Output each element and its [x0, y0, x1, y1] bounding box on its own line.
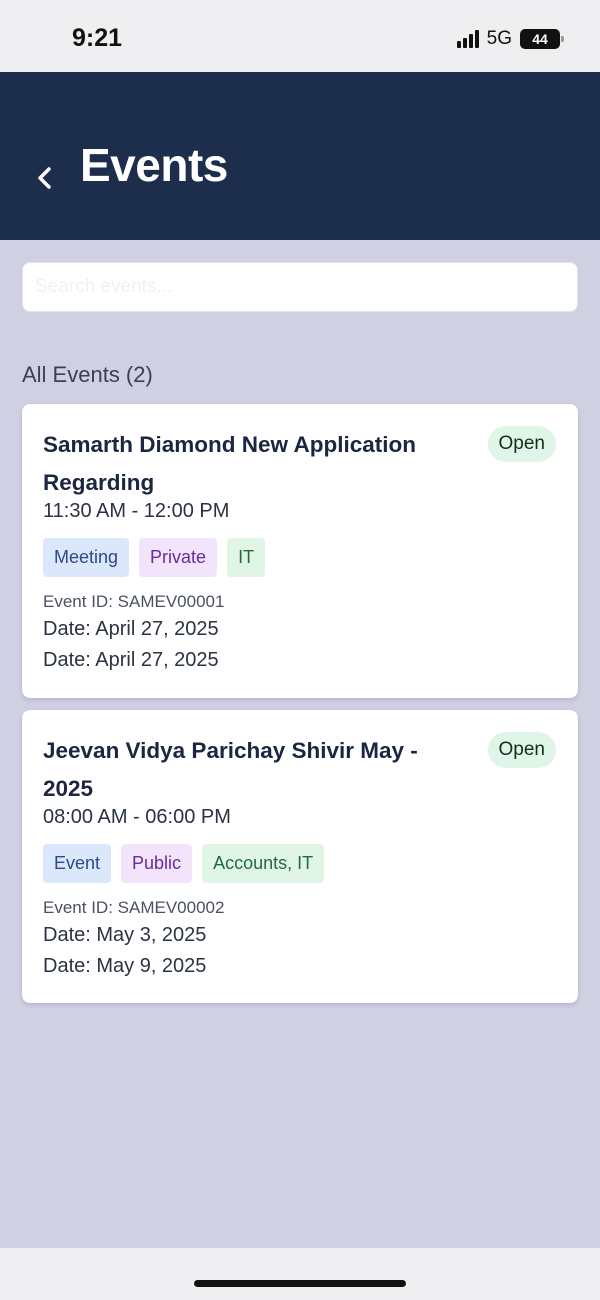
- tag-visibility: Public: [121, 844, 193, 883]
- event-time: 08:00 AM - 06:00 PM: [43, 806, 231, 828]
- network-label: 5G: [486, 28, 512, 49]
- home-indicator[interactable]: [194, 1280, 406, 1287]
- app-header: Events: [0, 72, 600, 240]
- section-heading: All Events (2): [22, 362, 153, 387]
- chevron-left-icon: [38, 167, 51, 189]
- tag-visibility: Private: [139, 538, 218, 577]
- signal-bars-icon: [456, 30, 479, 48]
- event-id: Event ID: SAMEV00001: [43, 592, 225, 611]
- event-start-date: Date: May 3, 2025: [43, 924, 207, 946]
- event-start-date: Date: April 27, 2025: [43, 618, 219, 640]
- event-card[interactable]: Jeevan Vidya Parichay Shivir May - 2025 …: [22, 710, 578, 1003]
- event-time: 11:30 AM - 12:00 PM: [43, 500, 230, 522]
- event-tags: Event Public Accounts, IT: [43, 844, 325, 883]
- tag-type: Meeting: [43, 538, 130, 577]
- event-tags: Meeting Private IT: [43, 538, 266, 577]
- event-title: Samarth Diamond New Application Regardin…: [43, 432, 416, 495]
- event-card[interactable]: Samarth Diamond New Application Regardin…: [22, 404, 578, 698]
- event-id: Event ID: SAMEV00002: [43, 898, 225, 917]
- tag-type: Event: [43, 844, 112, 883]
- status-bar: 9:21 5G 44: [0, 0, 600, 72]
- tag-department: IT: [227, 538, 266, 577]
- status-badge: Open: [487, 426, 556, 462]
- bottom-bar: [0, 1248, 600, 1300]
- battery-icon: 44: [520, 29, 564, 49]
- event-title: Jeevan Vidya Parichay Shivir May - 2025: [43, 738, 418, 801]
- search-input[interactable]: [22, 262, 578, 312]
- status-indicators: 5G 44: [456, 28, 564, 50]
- back-button[interactable]: [30, 160, 60, 196]
- main-content: All Events (2) Samarth Diamond New Appli…: [0, 240, 600, 1248]
- page-title: Events: [80, 139, 228, 191]
- event-end-date: Date: April 27, 2025: [43, 649, 219, 671]
- status-badge: Open: [487, 732, 556, 768]
- event-end-date: Date: May 9, 2025: [43, 955, 207, 977]
- status-time: 9:21: [72, 24, 123, 52]
- tag-department: Accounts, IT: [202, 844, 325, 883]
